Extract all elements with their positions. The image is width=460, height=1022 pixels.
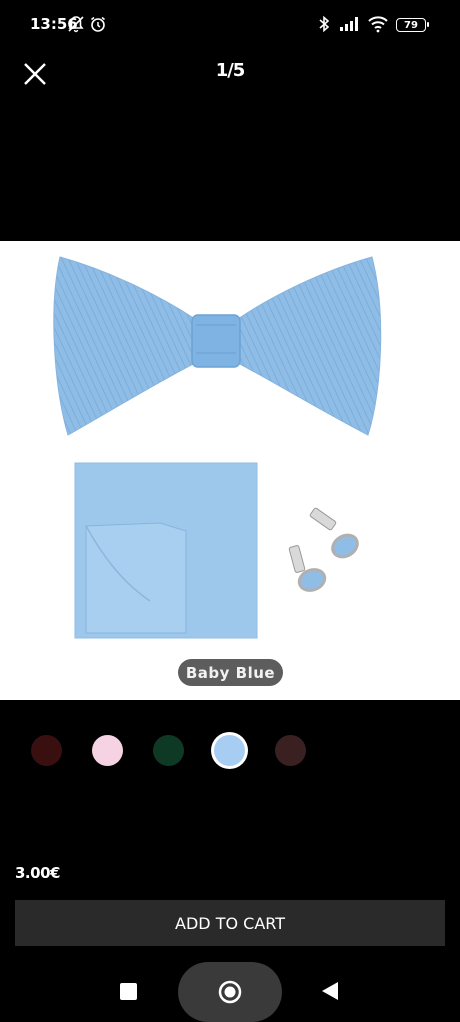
swatch-baby-blue[interactable] bbox=[214, 735, 245, 766]
bluetooth-icon bbox=[316, 14, 332, 34]
home-icon bbox=[218, 980, 242, 1004]
recent-apps-icon[interactable] bbox=[120, 983, 137, 1000]
back-icon[interactable] bbox=[322, 982, 338, 1000]
bell-off-icon bbox=[66, 14, 86, 34]
battery-level: 79 bbox=[404, 19, 418, 31]
pocket-square-illustration bbox=[74, 462, 258, 639]
swatch-dark-red[interactable] bbox=[31, 735, 62, 766]
image-counter: 1/5 bbox=[215, 60, 246, 81]
bow-tie-illustration bbox=[53, 256, 382, 436]
signal-icon bbox=[338, 14, 362, 34]
wifi-icon bbox=[366, 14, 390, 34]
product-image[interactable] bbox=[0, 241, 460, 700]
alarm-icon bbox=[88, 14, 108, 34]
add-to-cart-button[interactable]: ADD TO CART bbox=[15, 900, 445, 946]
product-price: 3.00€ bbox=[15, 864, 60, 882]
home-button[interactable] bbox=[178, 962, 282, 1022]
swatch-dark-brown[interactable] bbox=[275, 735, 306, 766]
color-name-badge: Baby Blue bbox=[178, 659, 283, 686]
swatch-pink[interactable] bbox=[92, 735, 123, 766]
swatch-dark-green[interactable] bbox=[153, 735, 184, 766]
battery-icon: 79 bbox=[396, 18, 429, 32]
cufflinks-illustration bbox=[288, 507, 359, 592]
